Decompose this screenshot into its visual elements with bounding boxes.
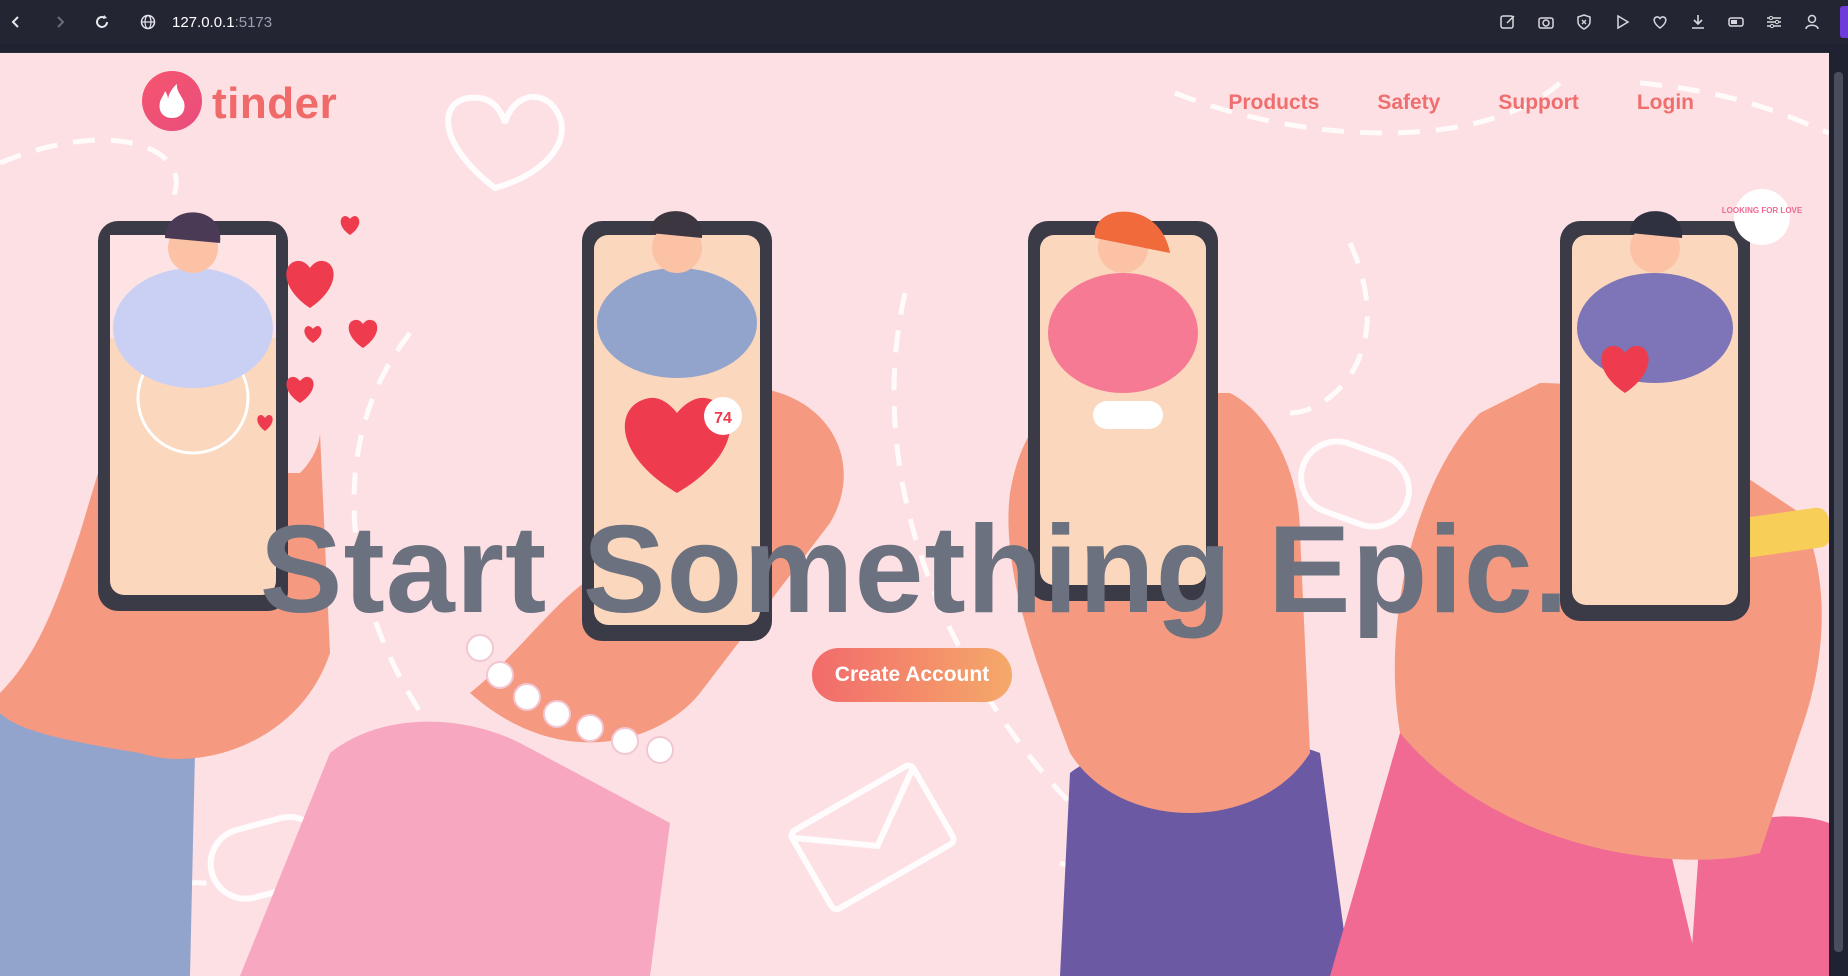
- nav-login[interactable]: Login: [1637, 91, 1694, 115]
- brand-logo[interactable]: tinder: [142, 71, 337, 136]
- url-port: :5173: [234, 13, 273, 31]
- nav-products[interactable]: Products: [1228, 91, 1319, 115]
- edit-icon[interactable]: [1498, 12, 1518, 32]
- nav-safety[interactable]: Safety: [1377, 91, 1440, 115]
- back-icon[interactable]: [4, 10, 28, 34]
- create-account-button[interactable]: Create Account: [812, 648, 1012, 702]
- browser-toolbar: 127.0.0.1:5173: [0, 0, 1848, 44]
- scrollbar-thumb[interactable]: [1834, 72, 1843, 952]
- settings-sliders-icon[interactable]: [1764, 12, 1784, 32]
- url-host: 127.0.0.1: [172, 13, 235, 31]
- like-count-badge: 74: [714, 410, 732, 427]
- site-info-icon[interactable]: [136, 10, 160, 34]
- main-nav: Products Safety Support Login: [1228, 91, 1694, 115]
- play-icon[interactable]: [1612, 12, 1632, 32]
- page-viewport: 74 LOOKING FOR LOVE tinder Products Safe…: [0, 52, 1829, 976]
- download-icon[interactable]: [1688, 12, 1708, 32]
- address-bar[interactable]: 127.0.0.1:5173: [172, 12, 272, 32]
- reload-icon[interactable]: [90, 10, 114, 34]
- forward-icon[interactable]: [48, 10, 72, 34]
- looking-for-love-sign: LOOKING FOR LOVE: [1722, 206, 1803, 215]
- brand-name: tinder: [212, 78, 338, 128]
- nav-support[interactable]: Support: [1498, 91, 1578, 115]
- flame-icon: [142, 71, 202, 136]
- heart-icon[interactable]: [1650, 12, 1670, 32]
- camera-icon[interactable]: [1536, 12, 1556, 32]
- toolbar-actions: [1498, 12, 1822, 32]
- page-scrollbar[interactable]: [1829, 52, 1848, 975]
- sidebar-tab[interactable]: [1840, 6, 1848, 38]
- battery-icon[interactable]: [1726, 12, 1746, 32]
- shield-icon[interactable]: [1574, 12, 1594, 32]
- hero-headline: Start Something Epic.: [259, 501, 1570, 639]
- profile-icon[interactable]: [1802, 12, 1822, 32]
